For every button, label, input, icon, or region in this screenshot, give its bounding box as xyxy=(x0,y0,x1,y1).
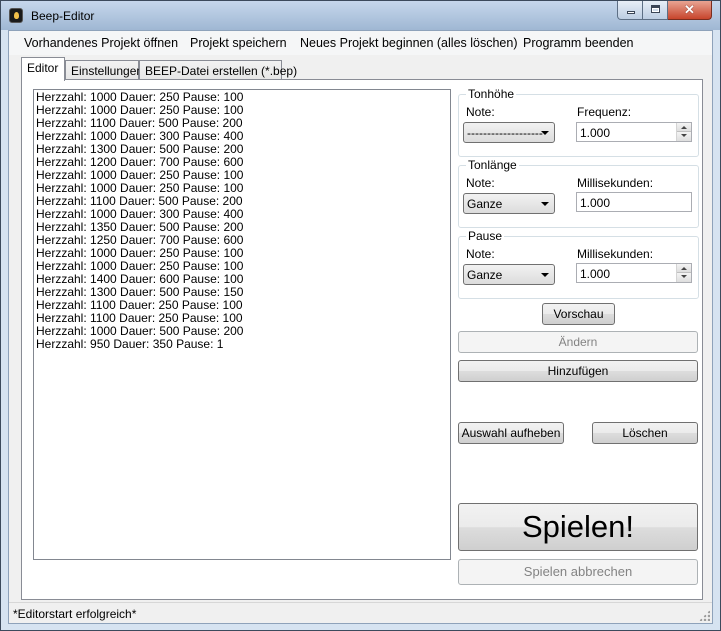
pause-note-value: Ganze xyxy=(467,268,503,282)
group-title-tonlaenge: Tonlänge xyxy=(466,158,519,172)
client-area: Vorhandenes Projekt öffnen Projekt speic… xyxy=(8,30,713,624)
chevron-down-icon xyxy=(541,131,549,135)
vorschau-button[interactable]: Vorschau xyxy=(542,303,615,325)
spin-down-icon[interactable] xyxy=(677,273,691,282)
tonlaenge-ms-spinbox[interactable]: 1.000 xyxy=(576,192,692,212)
spielen-abbrechen-button[interactable]: Spielen abbrechen xyxy=(458,559,698,585)
group-pause: Pause Note: Ganze Millisekunden: 1.000 xyxy=(458,229,699,299)
pause-ms-label: Millisekunden: xyxy=(577,247,654,261)
app-window: Beep-Editor ✕ Vorhandenes Projekt öffnen… xyxy=(0,0,721,631)
maximize-button[interactable] xyxy=(643,1,668,20)
frequenz-value: 1.000 xyxy=(580,126,611,140)
pause-ms-spinbox[interactable]: 1.000 xyxy=(576,263,692,283)
pause-ms-value: 1.000 xyxy=(580,267,611,281)
minimize-icon xyxy=(627,11,635,14)
caption-buttons: ✕ xyxy=(617,1,712,20)
menu-save-project[interactable]: Projekt speichern xyxy=(190,36,287,50)
tonlaenge-note-value: Ganze xyxy=(467,197,503,211)
tonlaenge-ms-label: Millisekunden: xyxy=(577,176,654,190)
tab-editor[interactable]: Editor xyxy=(21,57,65,81)
menu-open-project[interactable]: Vorhandenes Projekt öffnen xyxy=(24,36,178,50)
tonlaenge-note-combo[interactable]: Ganze xyxy=(463,193,555,214)
aendern-button[interactable]: Ändern xyxy=(458,331,698,353)
resize-grip-icon[interactable] xyxy=(699,610,710,621)
group-tonlaenge: Tonlänge Note: Ganze Millisekunden: 1.00… xyxy=(458,158,699,228)
pause-spin-buttons xyxy=(676,264,691,282)
tonhoehe-note-combo[interactable]: ------------------- xyxy=(463,122,555,143)
menu-new-project[interactable]: Neues Projekt beginnen (alles löschen) xyxy=(300,36,518,50)
spin-down-icon[interactable] xyxy=(677,132,691,141)
title-bar[interactable]: Beep-Editor ✕ xyxy=(1,1,720,30)
editor-panel: Herzzahl: 1000 Dauer: 250 Pause: 100 Her… xyxy=(21,79,703,600)
status-text: *Editorstart erfolgreich* xyxy=(13,607,137,621)
tonlaenge-note-label: Note: xyxy=(466,176,495,190)
spin-up-icon[interactable] xyxy=(677,123,691,132)
tonhoehe-note-label: Note: xyxy=(466,105,495,119)
window-title: Beep-Editor xyxy=(31,9,95,23)
maximize-icon xyxy=(651,5,660,13)
menu-bar: Vorhandenes Projekt öffnen Projekt speic… xyxy=(9,31,712,55)
frequenz-label: Frequenz: xyxy=(577,105,632,119)
chevron-down-icon xyxy=(541,202,549,206)
list-item[interactable]: Herzzahl: 950 Dauer: 350 Pause: 1 xyxy=(36,338,448,351)
app-icon[interactable] xyxy=(9,8,23,23)
group-title-pause: Pause xyxy=(466,229,505,243)
tone-listbox[interactable]: Herzzahl: 1000 Dauer: 250 Pause: 100 Her… xyxy=(33,89,451,560)
pause-note-combo[interactable]: Ganze xyxy=(463,264,555,285)
close-button[interactable]: ✕ xyxy=(668,1,712,20)
close-icon: ✕ xyxy=(684,2,695,17)
hinzufuegen-button[interactable]: Hinzufügen xyxy=(458,360,698,382)
tonlaenge-ms-value: 1.000 xyxy=(580,196,611,210)
tonhoehe-note-value: ------------------- xyxy=(467,126,543,140)
loeschen-button[interactable]: Löschen xyxy=(592,422,698,444)
group-title-tonhoehe: Tonhöhe xyxy=(466,87,517,101)
frequenz-spin-buttons xyxy=(676,123,691,141)
frequenz-spinbox[interactable]: 1.000 xyxy=(576,122,692,142)
menu-exit[interactable]: Programm beenden xyxy=(523,36,633,50)
pause-note-label: Note: xyxy=(466,247,495,261)
spin-up-icon[interactable] xyxy=(677,264,691,273)
spielen-button[interactable]: Spielen! xyxy=(458,503,698,551)
auswahl-aufheben-button[interactable]: Auswahl aufheben xyxy=(458,422,564,444)
status-bar: *Editorstart erfolgreich* xyxy=(9,602,712,623)
group-tonhoehe: Tonhöhe Note: ------------------- Freque… xyxy=(458,87,699,157)
chevron-down-icon xyxy=(541,273,549,277)
minimize-button[interactable] xyxy=(617,1,643,20)
